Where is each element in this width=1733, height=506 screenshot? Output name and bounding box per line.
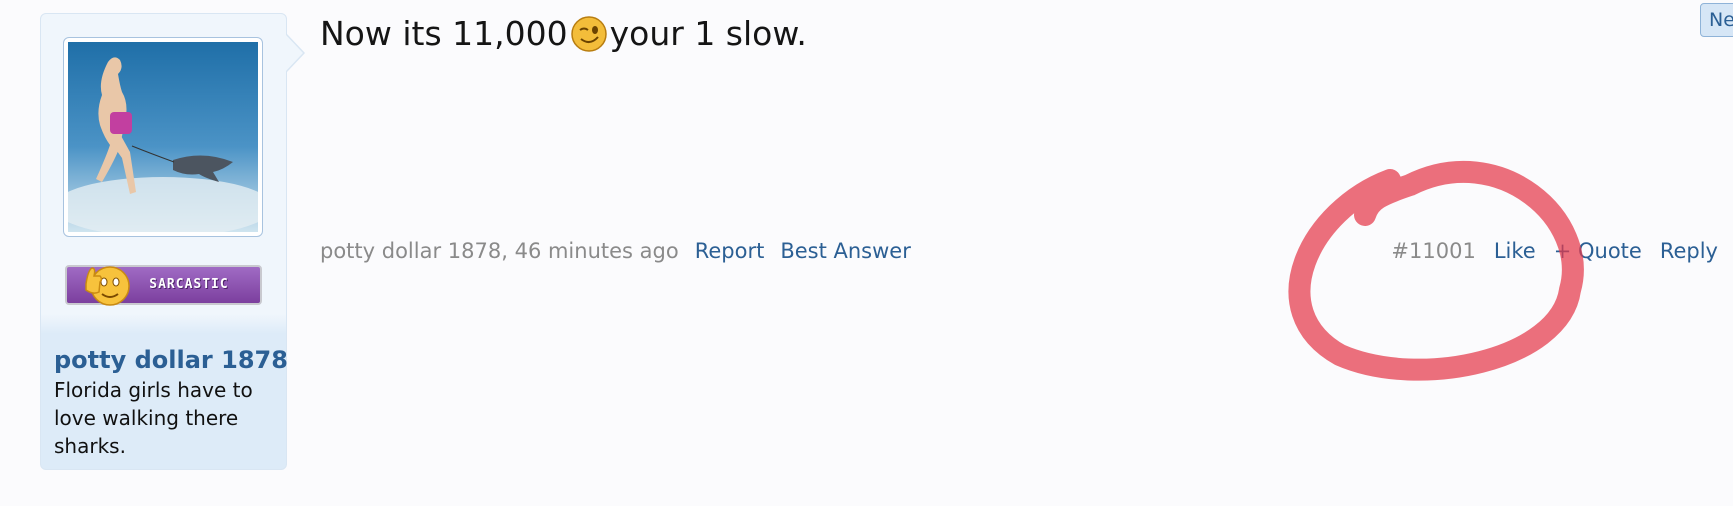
avatar[interactable]	[63, 37, 263, 237]
avatar-image	[68, 42, 258, 232]
message-text-end: your 1 slow.	[609, 14, 807, 53]
message-text-start: Now its 11,000	[320, 14, 568, 53]
user-badge: SARCASTIC	[65, 262, 262, 306]
badge-label: SARCASTIC	[149, 277, 229, 292]
like-link[interactable]: Like	[1494, 239, 1536, 263]
red-circle-annotation	[1288, 161, 1584, 381]
report-link[interactable]: Report	[695, 239, 765, 263]
best-answer-link[interactable]: Best Answer	[780, 239, 911, 263]
post-meta: potty dollar 1878, 46 minutes ago Report B…	[320, 239, 911, 263]
thumbs-up-smiley-icon	[85, 266, 130, 306]
post-message: Now its 11,000 your 1 slow.	[320, 14, 807, 53]
post-time[interactable]: 46 minutes ago	[515, 239, 679, 263]
reply-link[interactable]: Reply	[1660, 239, 1718, 263]
quote-link[interactable]: + Quote	[1554, 239, 1642, 263]
user-name-link[interactable]: potty dollar 1878	[54, 346, 288, 374]
wink-emoji-icon	[570, 15, 607, 52]
post-number[interactable]: #11001	[1391, 239, 1475, 263]
user-info-panel: SARCASTIC potty dollar 1878 Florida girl…	[40, 13, 305, 470]
user-title: Florida girls have to love walking there…	[54, 378, 253, 458]
post-actions: #11001 Like + Quote Reply	[1391, 239, 1718, 263]
post-author[interactable]: potty dollar 1878	[320, 239, 501, 263]
new-button[interactable]: Ne	[1700, 3, 1733, 37]
